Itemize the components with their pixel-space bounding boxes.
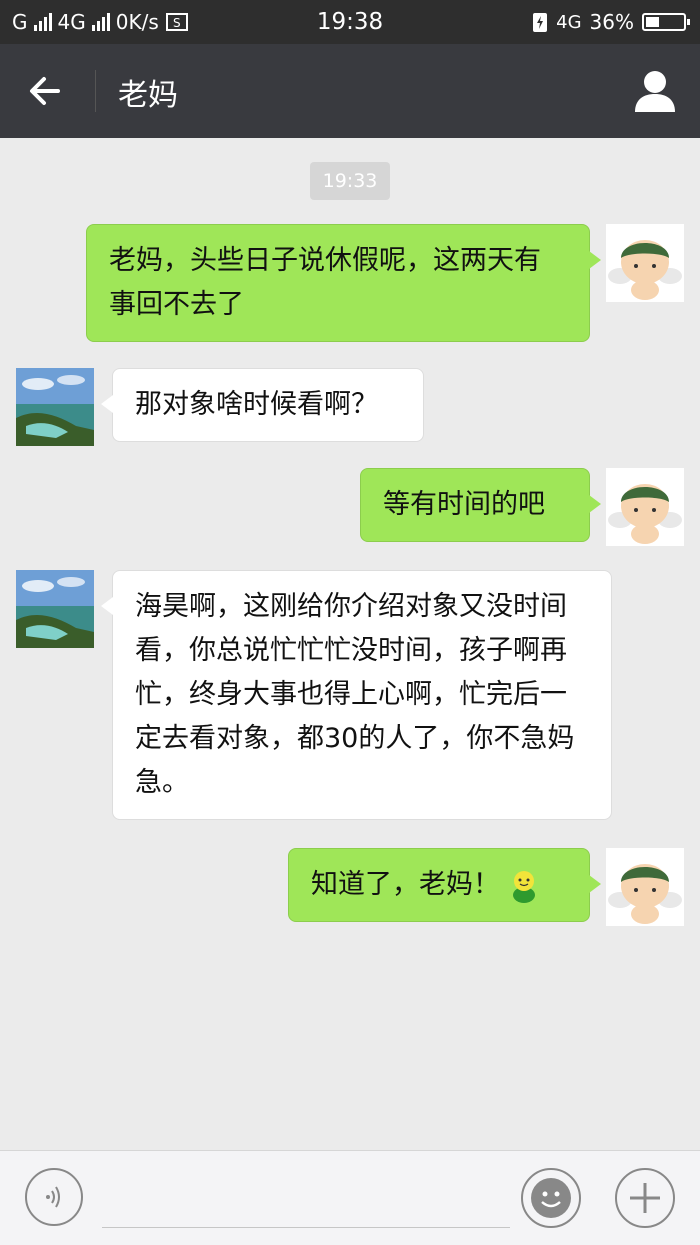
plus-icon (615, 1168, 675, 1228)
landscape-avatar-icon (16, 570, 94, 648)
message-bubble-received[interactable]: 那对象啥时候看啊？ (101, 368, 424, 442)
voice-button[interactable] (24, 1167, 84, 1227)
person-icon (635, 71, 675, 112)
emoji-icon (521, 1168, 581, 1228)
cartoon-angel-avatar-icon (606, 224, 684, 302)
message-bubble-sent[interactable]: 等有时间的吧 (360, 468, 601, 542)
avatar-me[interactable] (606, 468, 684, 546)
cartoon-angel-avatar-icon (606, 848, 684, 926)
avatar-mom[interactable] (16, 368, 94, 446)
cartoon-angel-avatar-icon (606, 468, 684, 546)
smiley-emoji-icon (513, 870, 535, 903)
battery-percent: 36% (589, 10, 634, 34)
status-bar: G 4G 0K/s S 19:38 4G 36% (0, 0, 700, 44)
landscape-avatar-icon (16, 368, 94, 446)
chat-info-button[interactable] (630, 66, 680, 116)
page-title: 老妈 (118, 78, 178, 113)
message-timestamp: 19:33 (310, 162, 390, 200)
message-text: 知道了，老妈！ (311, 869, 500, 900)
message-bubble-sent[interactable]: 老妈，头些日子说休假呢，这两天有事回不去了 (86, 224, 601, 342)
more-button[interactable] (614, 1167, 676, 1229)
voice-icon (25, 1168, 83, 1226)
chat-area[interactable]: 19:33 老妈，头些日子说休假呢，这两天有事回不去了 那对象啥时候看啊？ 等有… (0, 138, 700, 1150)
message-input[interactable] (102, 1167, 510, 1228)
avatar-mom[interactable] (16, 570, 94, 648)
charging-icon (533, 13, 548, 32)
chat-header: 老妈 (0, 44, 700, 138)
message-bubble-received[interactable]: 海昊啊，这刚给你介绍对象又没时间看，你总说忙忙忙没时间，孩子啊再忙，终身大事也得… (101, 570, 612, 820)
emoji-button[interactable] (520, 1167, 582, 1229)
header-divider (95, 70, 96, 112)
back-button[interactable] (22, 66, 74, 116)
avatar-me[interactable] (606, 224, 684, 302)
network-type: 4G (556, 11, 582, 33)
input-bar (0, 1150, 700, 1245)
battery-icon (642, 13, 690, 31)
message-bubble-sent[interactable]: 知道了，老妈！ (288, 848, 601, 922)
back-arrow-icon (30, 77, 60, 105)
avatar-me[interactable] (606, 848, 684, 926)
status-right: 4G 36% (532, 10, 690, 34)
